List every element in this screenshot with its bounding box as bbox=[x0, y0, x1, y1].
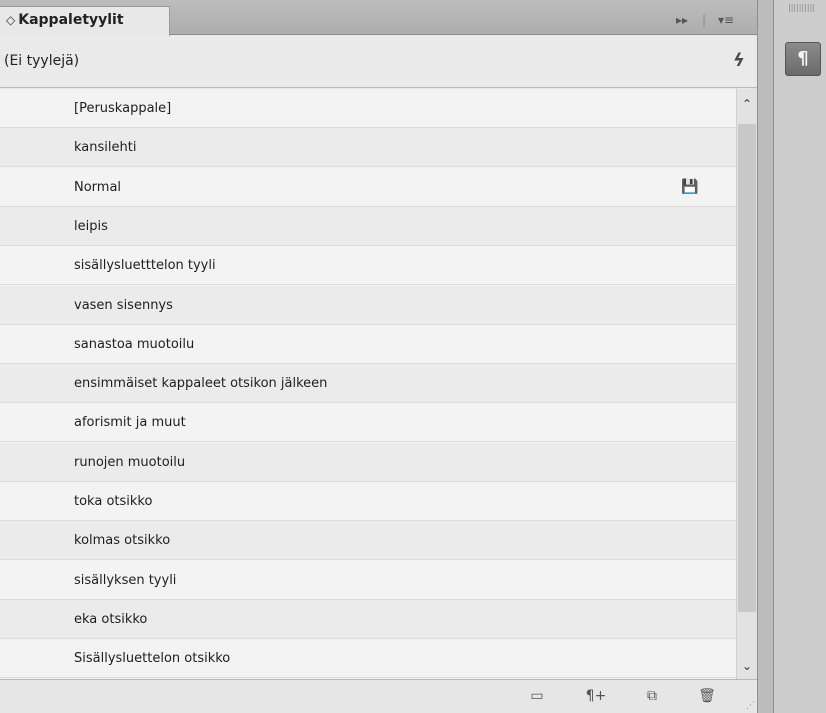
style-label: sanastoa muotoilu bbox=[74, 336, 195, 352]
delete-style-icon[interactable]: 🗑 bbox=[697, 687, 717, 705]
style-label: vasen sisennys bbox=[74, 297, 173, 313]
style-label: sisällyksen tyyli bbox=[74, 572, 177, 588]
panel-bottom-bar: ▭ ¶+ ⧉ 🗑 ⋰ bbox=[0, 679, 757, 713]
style-list-item[interactable]: leipis bbox=[0, 206, 736, 246]
new-group-folder-icon[interactable]: ▭ bbox=[527, 687, 547, 705]
style-label: aforismit ja muut bbox=[74, 415, 186, 431]
style-label: ensimmäiset kappaleet otsikon jälkeen bbox=[74, 376, 328, 392]
paragraph-styles-dock-button[interactable]: ¶ bbox=[785, 42, 821, 76]
style-label: [Peruskappale] bbox=[74, 101, 172, 116]
current-style-bar: (Ei tyylejä) ϟ bbox=[0, 36, 757, 88]
style-list-item[interactable]: aforismit ja muut bbox=[0, 403, 736, 443]
style-label: sisällysluetttelon tyyli bbox=[74, 258, 216, 274]
style-list-item[interactable]: toka otsikko bbox=[0, 482, 736, 521]
style-label: Sisällysluettelon otsikko bbox=[74, 651, 231, 667]
style-label: kansilehti bbox=[74, 140, 137, 156]
style-label: runojen muotoilu bbox=[74, 454, 186, 470]
scroll-up-icon[interactable]: ⌃ bbox=[737, 97, 757, 111]
style-label: kolmas otsikko bbox=[74, 533, 171, 549]
style-list: [Peruskappale] kansilehti Normal 💾 leipis sis… bbox=[0, 89, 736, 679]
style-label: Normal bbox=[74, 179, 122, 195]
tab-title: Kappaletyylit bbox=[18, 12, 124, 28]
resize-grip-icon[interactable]: ⋰ bbox=[746, 701, 755, 711]
clear-overrides-icon[interactable]: ¶+ bbox=[583, 687, 609, 705]
scroll-thumb[interactable] bbox=[738, 124, 756, 612]
style-list-item[interactable]: sisällysluetttelon tyyli bbox=[0, 246, 736, 286]
style-list-item[interactable]: Sisällysluettelon otsikko bbox=[0, 639, 736, 679]
style-list-item[interactable]: ensimmäiset kappaleet otsikon jälkeen bbox=[0, 364, 736, 404]
quick-apply-icon[interactable]: ϟ bbox=[733, 50, 745, 71]
vertical-scrollbar[interactable]: ⌃ ⌄ bbox=[736, 89, 757, 679]
create-new-style-icon[interactable]: ⧉ bbox=[642, 687, 662, 705]
scroll-down-icon[interactable]: ⌄ bbox=[737, 659, 757, 673]
style-list-item[interactable]: sisällyksen tyyli bbox=[0, 560, 736, 600]
tab-separator: | bbox=[702, 13, 707, 27]
collapsed-panel-dock: |||||||||| ¶ bbox=[774, 0, 826, 713]
collapse-panel-icon[interactable]: ▸▸ bbox=[676, 10, 688, 30]
current-style-text: (Ei tyylejä) bbox=[4, 53, 80, 69]
style-list-item[interactable]: vasen sisennys bbox=[0, 285, 736, 325]
paragraph-icon: ¶ bbox=[797, 48, 809, 69]
style-label: eka otsikko bbox=[74, 611, 148, 627]
style-list-item[interactable]: runojen muotoilu bbox=[0, 442, 736, 482]
dock-grip-icon[interactable]: |||||||||| bbox=[788, 3, 815, 12]
tab-arrows-icon[interactable]: ◇ bbox=[6, 13, 15, 27]
style-list-item[interactable]: kansilehti bbox=[0, 128, 736, 168]
panel-menu-icon[interactable]: ▾≡ bbox=[718, 10, 734, 30]
tab-paragraph-styles[interactable]: ◇ Kappaletyylit bbox=[0, 6, 170, 36]
style-list-item[interactable]: Normal 💾 bbox=[0, 167, 736, 207]
style-label: toka otsikko bbox=[74, 494, 153, 509]
style-label: leipis bbox=[74, 218, 108, 234]
panel-tab-bar: ◇ Kappaletyylit ▸▸ | ▾≡ bbox=[0, 0, 757, 36]
save-icon: 💾 bbox=[681, 178, 699, 195]
style-list-item[interactable]: [Peruskappale] bbox=[0, 89, 736, 128]
paragraph-styles-panel: ◇ Kappaletyylit ▸▸ | ▾≡ (Ei tyylejä) ϟ [P… bbox=[0, 0, 757, 713]
style-list-item[interactable]: sanastoa muotoilu bbox=[0, 324, 736, 364]
style-list-item[interactable]: kolmas otsikko bbox=[0, 521, 736, 561]
panel-divider[interactable] bbox=[757, 0, 774, 713]
style-list-item[interactable]: eka otsikko bbox=[0, 599, 736, 639]
